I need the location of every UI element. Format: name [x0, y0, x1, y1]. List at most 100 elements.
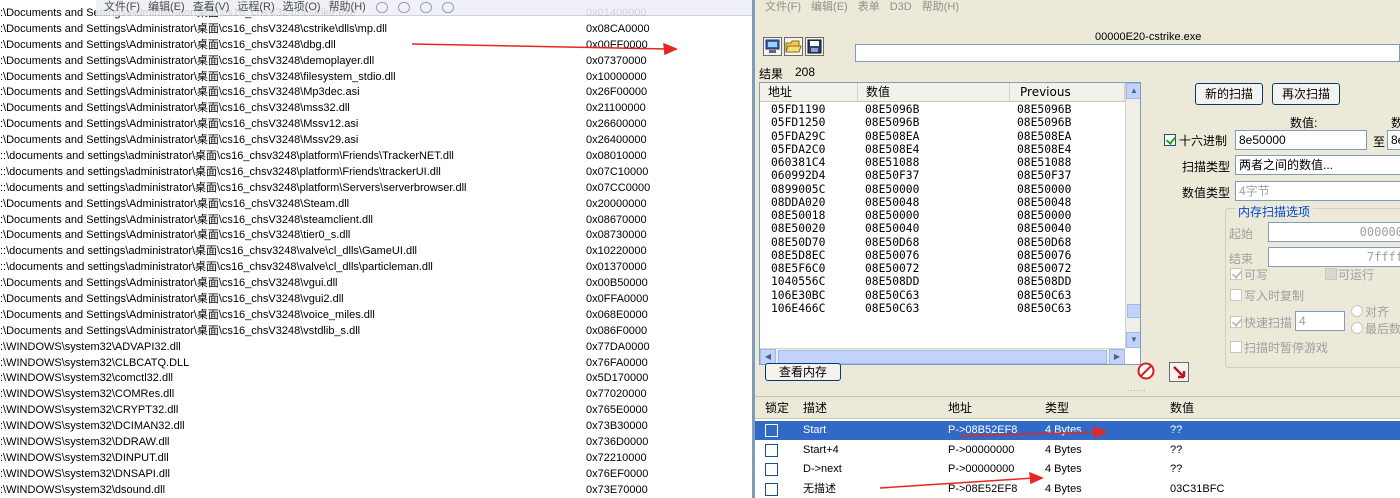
scan-type-select[interactable]: 两者之间的数值... — [1235, 155, 1400, 175]
address-table-row[interactable]: Start+4 P->00000000 4 Bytes?? — [755, 441, 1400, 460]
column-type[interactable]: 类型 — [1045, 397, 1069, 419]
module-row[interactable]: ::\documents and settings\administrator\… — [0, 165, 752, 181]
horizontal-scrollbar[interactable]: ◀ ▶ — [760, 348, 1125, 364]
address-table-row[interactable]: Start P->08B52EF8 4 Bytes?? — [755, 421, 1400, 440]
module-row[interactable]: :\WINDOWS\system32\CLBCATQ.DLL 0x76FA0000 — [0, 356, 752, 372]
result-row[interactable]: 08E5D8EC 08E50076 08E50076 — [760, 249, 1125, 262]
column-value[interactable]: 数值 — [858, 83, 1010, 102]
ce-menu-item[interactable]: 表单 — [858, 0, 880, 14]
module-row[interactable]: :\WINDOWS\system32\DINPUT.dll 0x72210000 — [0, 451, 752, 467]
result-row[interactable]: 08E50018 08E50000 08E50000 — [760, 209, 1125, 222]
result-row[interactable]: 08E50D70 08E50D68 08E50D68 — [760, 236, 1125, 249]
scan-value-to-input[interactable]: 8e — [1387, 130, 1400, 150]
stop-icon[interactable] — [1137, 362, 1155, 380]
module-row[interactable]: :\Documents and Settings\Administrator\桌… — [0, 324, 752, 340]
fast-scan-input[interactable]: 4 — [1295, 311, 1345, 331]
result-row[interactable]: 060992D4 08E50F37 08E50F37 — [760, 169, 1125, 182]
address-table-row[interactable]: 无描述 P->08E52EF8 4 Bytes 03C31BFC — [755, 480, 1400, 498]
start-address-input[interactable]: 000000 — [1268, 222, 1400, 242]
result-row[interactable]: 08E5F6C0 08E50072 08E50072 — [760, 262, 1125, 275]
module-row[interactable]: :\WINDOWS\system32\DCIMAN32.dll 0x73B3000… — [0, 419, 752, 435]
column-description[interactable]: 描述 — [803, 397, 827, 419]
end-address-input[interactable]: 7ffff — [1268, 247, 1400, 267]
result-row[interactable]: 05FD1190 08E5096B 08E5096B — [760, 103, 1125, 116]
copy-on-write-checkbox[interactable] — [1230, 289, 1242, 301]
column-table-address[interactable]: 地址 — [948, 397, 972, 419]
column-table-value[interactable]: 数值 — [1170, 397, 1194, 419]
module-row[interactable]: :\WINDOWS\system32\DNSAPI.dll 0x76EF0000 — [0, 467, 752, 483]
module-row[interactable]: :\WINDOWS\system32\comctl32.dll 0x5D17000… — [0, 371, 752, 387]
result-row[interactable]: 1040556C 08E508DD 08E508DD — [760, 275, 1125, 288]
lock-checkbox[interactable] — [765, 424, 778, 437]
executable-checkbox[interactable] — [1325, 268, 1337, 280]
pause-game-checkbox[interactable] — [1230, 341, 1242, 353]
module-row[interactable]: :\WINDOWS\system32\CRYPT32.dll 0x765E0000 — [0, 403, 752, 419]
view-memory-button[interactable]: 查看内存 — [765, 363, 841, 381]
module-row[interactable]: ::\documents and settings\administrator\… — [0, 244, 752, 260]
module-row[interactable]: :\WINDOWS\system32\dsound.dll 0x73E70000 — [0, 483, 752, 498]
module-row[interactable]: ::\documents and settings\administrator\… — [0, 260, 752, 276]
result-row[interactable]: 08DDA020 08E50048 08E50048 — [760, 196, 1125, 209]
ce-menu-item[interactable]: 帮助(H) — [922, 0, 959, 14]
module-row[interactable]: :\Documents and Settings\Administrator\桌… — [0, 38, 752, 54]
module-row[interactable]: :\Documents and Settings\Administrator\桌… — [0, 133, 752, 149]
h-scrollbar-thumb[interactable] — [778, 350, 1107, 364]
ce-menu-item[interactable]: 文件(F) — [765, 0, 801, 14]
module-row[interactable]: :\Documents and Settings\Administrator\桌… — [0, 228, 752, 244]
column-lock[interactable]: 锁定 — [765, 397, 789, 419]
result-row[interactable]: 0899005C 08E50000 08E50000 — [760, 183, 1125, 196]
module-row[interactable]: :\Documents and Settings\Administrator\桌… — [0, 54, 752, 70]
hex-checkbox[interactable] — [1164, 134, 1176, 146]
column-previous[interactable]: Previous — [1010, 83, 1125, 102]
next-scan-button[interactable]: 再次扫描 — [1272, 83, 1340, 105]
module-row[interactable]: :\Documents and Settings\Administrator\桌… — [0, 70, 752, 86]
module-row[interactable]: :\Documents and Settings\Administrator\桌… — [0, 308, 752, 324]
result-row[interactable]: 106E466C 08E50C63 08E50C63 — [760, 302, 1125, 315]
module-row[interactable]: :\WINDOWS\system32\COMRes.dll 0x77020000 — [0, 387, 752, 403]
result-row[interactable]: 05FDA29C 08E508EA 08E508EA — [760, 130, 1125, 143]
result-row[interactable]: 106E30BC 08E50C63 08E50C63 — [760, 289, 1125, 302]
scroll-right-arrow-icon[interactable]: ▶ — [1109, 349, 1125, 364]
result-row[interactable]: 060381C4 08E51088 08E51088 — [760, 156, 1125, 169]
module-row[interactable]: :\Documents and Settings\Administrator\桌… — [0, 213, 752, 229]
add-to-list-button[interactable] — [1169, 362, 1189, 382]
lock-checkbox[interactable] — [765, 463, 778, 476]
fast-scan-checkbox[interactable] — [1230, 316, 1242, 328]
save-button[interactable] — [805, 37, 824, 56]
result-row[interactable]: 05FD1250 08E5096B 08E5096B — [760, 116, 1125, 129]
select-process-button[interactable] — [763, 37, 782, 56]
module-row[interactable]: :\WINDOWS\system32\DDRAW.dll 0x736D0000 — [0, 435, 752, 451]
new-scan-button[interactable]: 新的扫描 — [1195, 83, 1263, 105]
module-row[interactable]: :\Documents and Settings\Administrator\桌… — [0, 117, 752, 133]
module-row[interactable]: :\Documents and Settings\Administrator\桌… — [0, 197, 752, 213]
scan-value-input[interactable]: 8e50000 — [1235, 130, 1367, 150]
scroll-down-arrow-icon[interactable]: ▼ — [1126, 332, 1140, 348]
module-row[interactable]: :\WINDOWS\system32\ADVAPI32.dll 0x77DA000… — [0, 340, 752, 356]
lock-checkbox[interactable] — [765, 482, 778, 496]
ce-menu-item[interactable]: D3D — [890, 0, 912, 14]
result-row[interactable]: 08E50020 08E50040 08E50040 — [760, 222, 1125, 235]
address-table-row[interactable]: D->next P->00000000 4 Bytes?? — [755, 460, 1400, 479]
address-table[interactable]: 锁定 描述 地址 类型 数值 Start P->08B52EF8 4 Bytes??… — [755, 396, 1400, 498]
module-row[interactable]: :\Documents and Settings\Administrator\桌… — [0, 101, 752, 117]
module-row[interactable]: ::\documents and settings\administrator\… — [0, 149, 752, 165]
module-row[interactable]: :\Documents and Settings\Administrator\桌… — [0, 292, 752, 308]
module-row[interactable]: :\Documents and Settings\Administrator\桌… — [0, 85, 752, 101]
module-row[interactable]: :\Documents and Settings\Administrator\桌… — [0, 22, 752, 38]
scroll-up-arrow-icon[interactable]: ▲ — [1126, 83, 1140, 99]
scan-results-list[interactable]: 地址 数值 Previous 05FD1190 08E5096B 08E5096B 0… — [759, 82, 1141, 365]
splitter-grip[interactable]: ...... — [1127, 384, 1146, 393]
lock-checkbox[interactable] — [765, 443, 778, 457]
writable-checkbox[interactable] — [1230, 268, 1242, 280]
result-row[interactable]: 05FDA2C0 08E508E4 08E508E4 — [760, 143, 1125, 156]
scrollbar-thumb[interactable] — [1127, 304, 1140, 318]
ce-menu-item[interactable]: 编辑(E) — [811, 0, 848, 14]
module-row[interactable]: ::\documents and settings\administrator\… — [0, 181, 752, 197]
last-digits-radio[interactable] — [1351, 322, 1363, 334]
value-type-select[interactable]: 4字节 — [1235, 181, 1400, 201]
module-row[interactable]: :\Documents and Settings\Administrator\桌… — [0, 276, 752, 292]
open-file-button[interactable] — [784, 37, 803, 56]
vertical-scrollbar[interactable]: ▲ ▼ — [1125, 83, 1140, 348]
align-radio[interactable] — [1351, 305, 1363, 317]
column-address[interactable]: 地址 — [760, 83, 858, 102]
